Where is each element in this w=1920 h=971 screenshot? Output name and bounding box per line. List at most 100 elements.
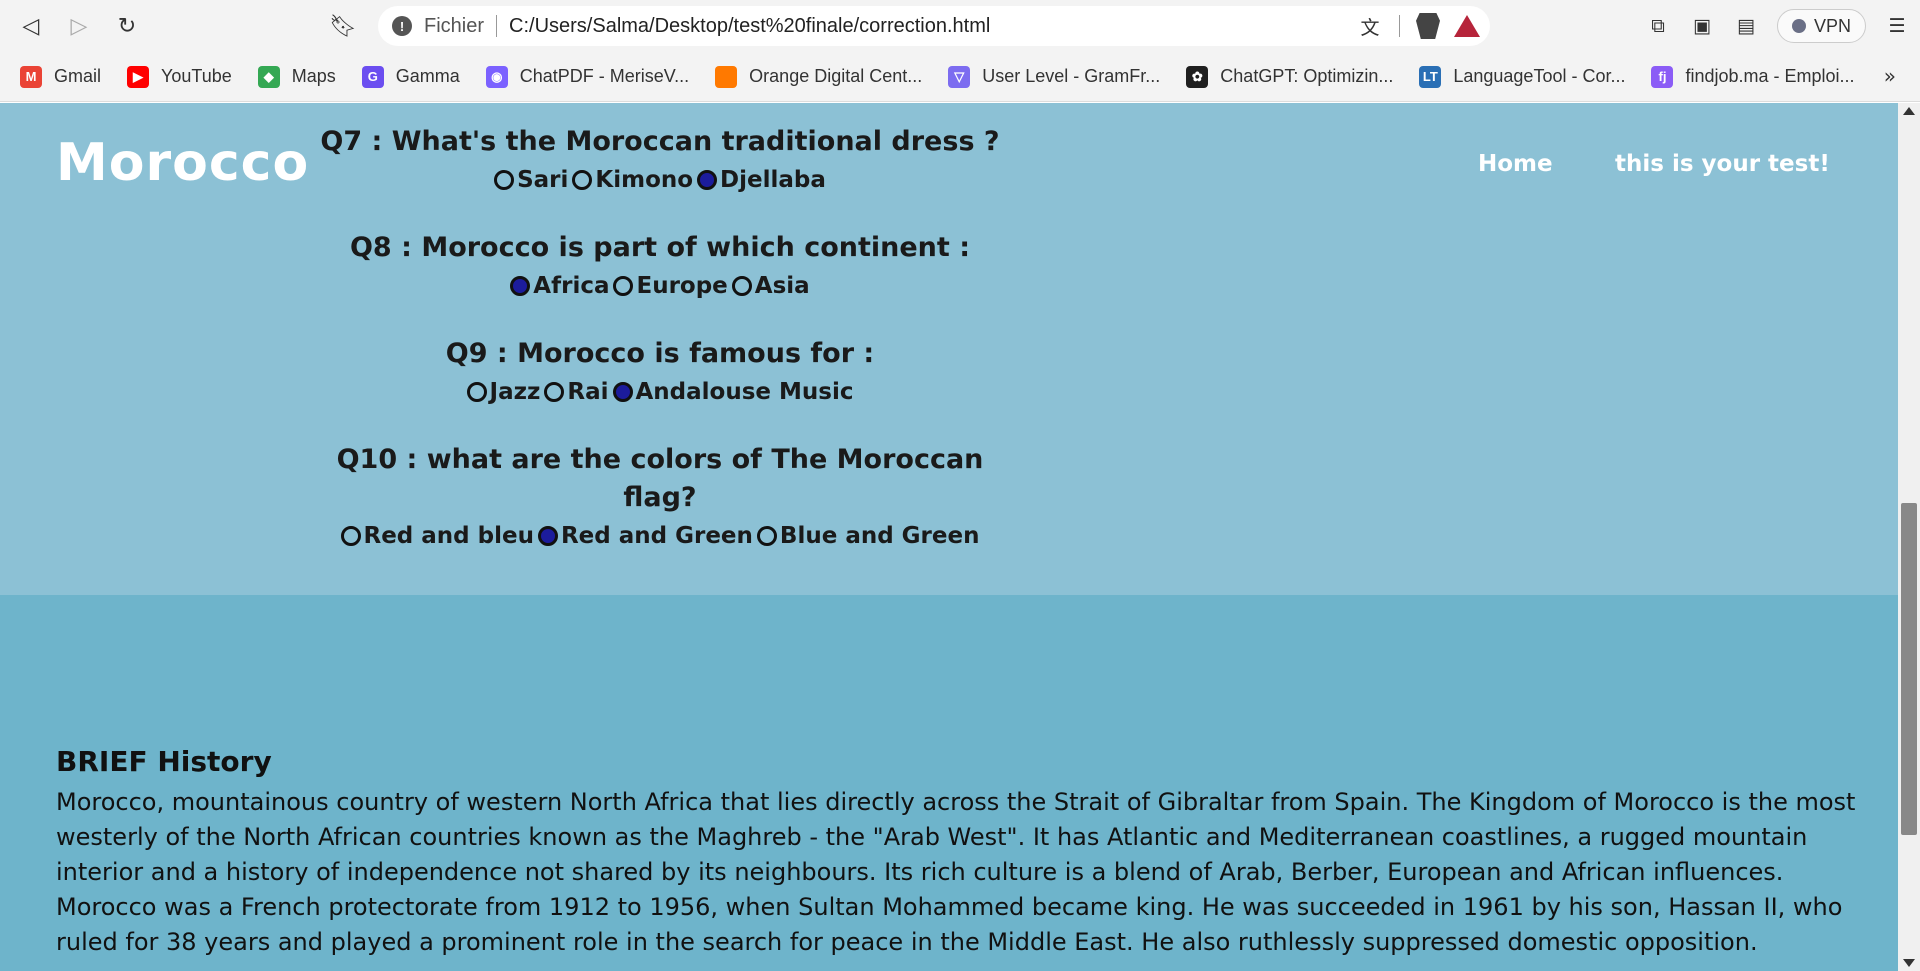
extensions-icon[interactable]: ⧉ bbox=[1645, 13, 1671, 39]
page-scrollbar[interactable] bbox=[1898, 103, 1920, 971]
bookmark-item[interactable]: ◆ Maps bbox=[257, 65, 336, 88]
answer-option[interactable]: Africa bbox=[510, 267, 609, 305]
bookmark-item[interactable]: LT LanguageTool - Cor... bbox=[1419, 65, 1626, 88]
answer-option[interactable]: Red and bleu bbox=[340, 517, 534, 555]
menu-icon[interactable]: ☰ bbox=[1884, 13, 1910, 39]
bookmark-item[interactable]: ◉ ChatPDF - MeriseV... bbox=[485, 65, 690, 88]
vpn-status-icon bbox=[1791, 19, 1806, 33]
radio-checked[interactable] bbox=[510, 276, 531, 296]
browser-toolbar: ◁ ▷ ↻ 🔖︎ ! Fichier C:/Users/Salma/Deskto… bbox=[0, 0, 1920, 52]
radio-checked[interactable] bbox=[697, 170, 718, 190]
wallet-icon[interactable]: ▤ bbox=[1733, 13, 1759, 39]
radio-checked[interactable] bbox=[537, 526, 558, 546]
bookmark-label: User Level - GramFr... bbox=[982, 66, 1161, 86]
radio-checked[interactable] bbox=[612, 382, 633, 402]
site-logo[interactable]: Morocco bbox=[56, 133, 309, 193]
answer-label: Red and Green bbox=[560, 523, 753, 549]
answer-label: Europe bbox=[636, 273, 728, 299]
address-bar[interactable]: ! Fichier C:/Users/Salma/Desktop/test%20… bbox=[378, 6, 1490, 46]
vpn-button[interactable]: VPN bbox=[1776, 9, 1866, 43]
radio-unchecked[interactable] bbox=[340, 526, 361, 546]
history-section: BRIEF History Morocco, mountainous count… bbox=[0, 595, 1898, 971]
radio-unchecked[interactable] bbox=[544, 382, 565, 402]
brave-rewards-icon[interactable] bbox=[1454, 15, 1480, 37]
more-bookmarks-icon[interactable]: » bbox=[1884, 64, 1896, 88]
history-text: Morocco, mountainous country of western … bbox=[56, 788, 1856, 956]
bookmark-label: ChatGPT: Optimizin... bbox=[1220, 66, 1394, 86]
bookmark-label: LanguageTool - Cor... bbox=[1453, 66, 1626, 86]
gramfree-icon: ▽ bbox=[948, 65, 971, 88]
answer-label: Rai bbox=[567, 379, 609, 405]
answer-label: Blue and Green bbox=[779, 523, 980, 549]
sidebar-icon[interactable]: ▣ bbox=[1689, 13, 1715, 39]
scroll-up-arrow-icon[interactable] bbox=[1903, 107, 1915, 115]
findjob-icon: fj bbox=[1651, 65, 1674, 88]
bookmark-item[interactable]: ▽ User Level - GramFr... bbox=[948, 65, 1161, 88]
answer-option[interactable]: Sari bbox=[494, 161, 568, 199]
bookmark-item[interactable]: fj findjob.ma - Emploi... bbox=[1651, 65, 1855, 88]
bookmark-label: Orange Digital Cent... bbox=[749, 66, 923, 86]
youtube-icon: ▶ bbox=[127, 65, 150, 88]
bookmark-label: findjob.ma - Emploi... bbox=[1685, 66, 1855, 86]
bookmark-label: Gamma bbox=[395, 66, 460, 86]
answer-label: Jazz bbox=[489, 379, 541, 405]
gmail-icon: M bbox=[20, 65, 42, 88]
radio-unchecked[interactable] bbox=[756, 526, 777, 546]
forward-button[interactable]: ▷ bbox=[64, 11, 94, 41]
answer-option[interactable]: Andalouse Music bbox=[612, 373, 853, 411]
quiz-correction: Q7 : What's the Moroccan traditional dre… bbox=[300, 123, 1020, 585]
page-viewport: Morocco Home this is your test! Q7 : Wha… bbox=[0, 103, 1898, 971]
url-text[interactable]: C:/Users/Salma/Desktop/test%20finale/cor… bbox=[509, 15, 990, 38]
bookmark-icon[interactable]: 🔖︎ bbox=[328, 11, 358, 41]
bookmark-item[interactable]: ✿ ChatGPT: Optimizin... bbox=[1186, 65, 1394, 88]
answer-option[interactable]: Red and Green bbox=[537, 517, 753, 555]
question-block: Q9 : Morocco is famous for : Jazz Rai Andal… bbox=[300, 335, 1020, 411]
back-button[interactable]: ◁ bbox=[16, 11, 46, 41]
answer-label: Africa bbox=[533, 273, 610, 299]
scroll-down-arrow-icon[interactable] bbox=[1903, 959, 1915, 967]
bookmarks-bar: M Gmail ▶ YouTube ◆ Maps G Gamma ◉ ChatPDF - Meri… bbox=[0, 52, 1920, 102]
question-text: Q8 : Morocco is part of which continent … bbox=[349, 232, 970, 263]
radio-unchecked[interactable] bbox=[613, 276, 634, 296]
answer-option[interactable]: Blue and Green bbox=[756, 517, 980, 555]
radio-unchecked[interactable] bbox=[466, 382, 487, 402]
bookmark-label: ChatPDF - MeriseV... bbox=[519, 66, 690, 86]
question-block: Q10 : what are the colors of The Morocca… bbox=[300, 441, 1020, 555]
url-divider bbox=[496, 15, 498, 37]
languagetool-icon: LT bbox=[1419, 65, 1442, 88]
bookmark-item[interactable]: ▶ YouTube bbox=[127, 65, 232, 88]
chatgpt-icon: ✿ bbox=[1186, 65, 1209, 88]
answer-options: Red and bleu Red and Green Blue and Green bbox=[300, 517, 1020, 555]
radio-unchecked[interactable] bbox=[572, 170, 593, 190]
question-block: Q7 : What's the Moroccan traditional dre… bbox=[300, 123, 1020, 199]
bookmark-item[interactable]: G Gamma bbox=[361, 65, 460, 88]
answer-label: Sari bbox=[517, 167, 569, 193]
orange-icon bbox=[715, 65, 738, 88]
nav-test-link[interactable]: this is your test! bbox=[1615, 151, 1830, 177]
reload-button[interactable]: ↻ bbox=[112, 11, 142, 41]
bookmark-label: Gmail bbox=[54, 66, 102, 86]
brave-shields-icon[interactable] bbox=[1416, 13, 1440, 39]
nav-home-link[interactable]: Home bbox=[1478, 151, 1553, 177]
vpn-label: VPN bbox=[1813, 15, 1851, 36]
radio-unchecked[interactable] bbox=[731, 276, 752, 296]
radio-unchecked[interactable] bbox=[494, 170, 515, 190]
bookmark-label: Maps bbox=[291, 66, 336, 86]
site-info-icon[interactable]: ! bbox=[392, 16, 412, 36]
question-text: Q7 : What's the Moroccan traditional dre… bbox=[320, 126, 1000, 157]
bookmark-item[interactable]: M Gmail bbox=[20, 65, 102, 88]
answer-options: Jazz Rai Andalouse Music bbox=[300, 373, 1020, 411]
scroll-thumb[interactable] bbox=[1901, 503, 1917, 835]
translate-icon[interactable]: 文 bbox=[1357, 13, 1383, 39]
answer-option[interactable]: Asia bbox=[731, 267, 810, 305]
bookmark-item[interactable]: Orange Digital Cent... bbox=[715, 65, 923, 88]
history-title: BRIEF History bbox=[56, 745, 272, 778]
answer-option[interactable]: Kimono bbox=[572, 161, 693, 199]
answer-option[interactable]: Europe bbox=[613, 267, 728, 305]
answer-option[interactable]: Djellaba bbox=[697, 161, 826, 199]
bookmark-label: YouTube bbox=[161, 66, 232, 86]
answer-option[interactable]: Jazz bbox=[466, 373, 541, 411]
answer-option[interactable]: Rai bbox=[544, 373, 609, 411]
chatpdf-icon: ◉ bbox=[485, 65, 508, 88]
answer-label: Asia bbox=[754, 273, 810, 299]
